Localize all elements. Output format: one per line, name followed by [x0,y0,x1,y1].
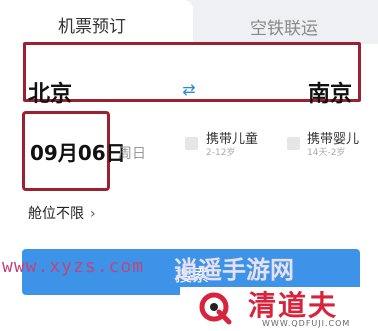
infant-age-range: 14天-2岁 [307,148,346,158]
departure-city[interactable]: 北京 [28,76,72,108]
brand-url: WWW.QDFUJI.COM [262,319,351,328]
tab-bar: 机票预订 空铁联运 [0,0,378,44]
cabin-class-label: 舱位不限 [28,206,84,222]
watermark-site-name: 逍遥手游网 [174,256,294,284]
tab-air-rail-label: 空铁联运 [250,19,318,39]
tab-flight-booking[interactable]: 机票预订 [0,0,193,44]
watermark-site-url: www.xyzs.com [2,256,145,277]
tab-flight-booking-label: 机票预订 [58,17,126,37]
arrival-city[interactable]: 南京 [308,76,352,108]
cabin-class-selector[interactable]: 舱位不限 › [28,203,96,223]
child-checkbox[interactable] [185,137,198,150]
departure-weekday: 周日 [118,146,146,162]
chevron-right-icon: › [90,206,96,222]
brand-logo-icon [199,292,232,325]
swap-cities-icon[interactable]: ⇄ [179,80,199,100]
infant-checkbox[interactable] [287,137,300,150]
departure-date[interactable]: 09月06日 [30,137,126,166]
brand-name: 清道夫 [248,289,339,322]
child-age-range: 2-12岁 [206,148,236,158]
